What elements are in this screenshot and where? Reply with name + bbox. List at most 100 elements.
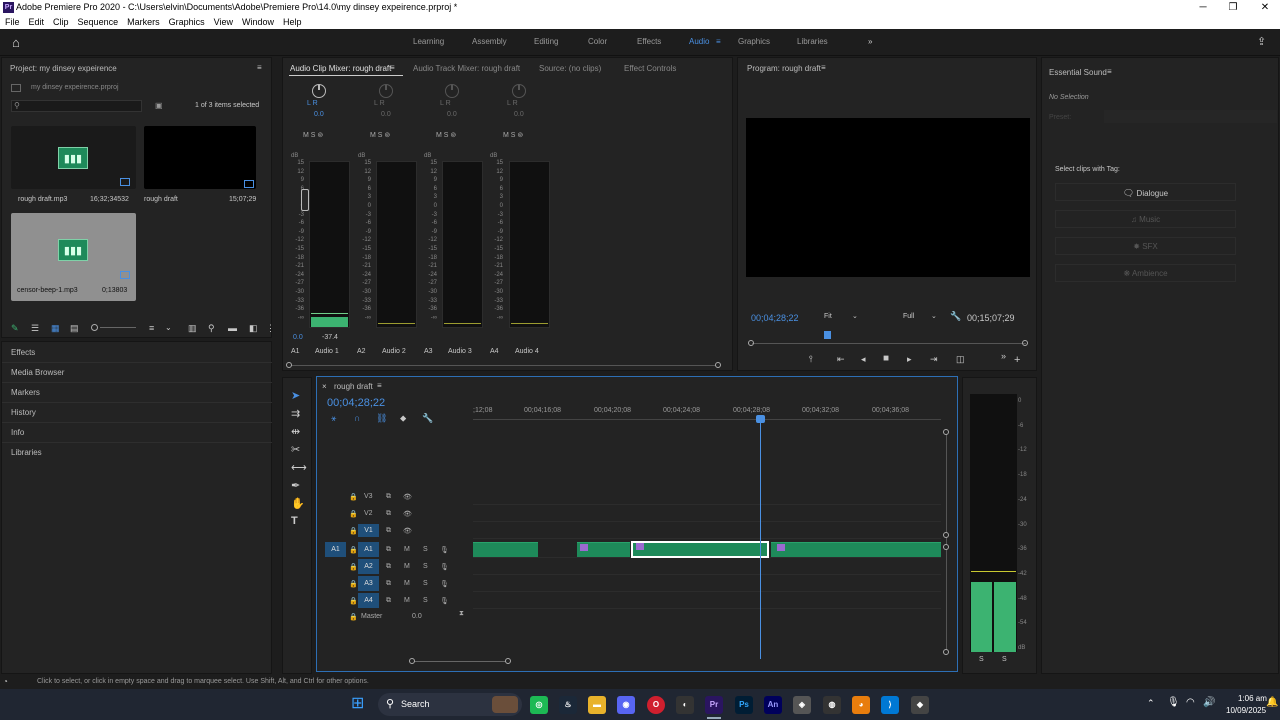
sort-icon[interactable]: ≡ [149, 323, 154, 333]
go-to-out-icon[interactable]: ⇥ [930, 354, 938, 365]
pan-knob[interactable] [312, 84, 326, 98]
razor-tool-icon[interactable]: ✂ [291, 443, 300, 456]
menu-window[interactable]: Window [242, 17, 274, 27]
opera-icon[interactable]: O [647, 696, 665, 714]
zoom-slider-handle[interactable] [91, 324, 98, 331]
lock-icon[interactable]: 🔒 [349, 546, 358, 554]
zoom-select[interactable]: Fit [824, 313, 832, 320]
selected-audio-clip[interactable] [631, 541, 769, 558]
project-search-input[interactable]: ⚲ [11, 100, 142, 112]
dialogue-button[interactable]: 🗨 Dialogue [1055, 183, 1236, 201]
volume-value-a1[interactable]: 0.0 [293, 334, 303, 341]
playhead-line[interactable] [760, 415, 761, 659]
chevron-up-icon[interactable]: ⌃ [1147, 698, 1155, 709]
close-icon[interactable]: × [322, 382, 327, 391]
go-to-in-icon[interactable]: ⇤ [837, 354, 845, 365]
workspace-graphics[interactable]: Graphics [738, 37, 770, 46]
scroll-handle[interactable] [943, 649, 949, 655]
source-patch-a1[interactable]: A1 [325, 542, 346, 557]
sync-lock-icon[interactable]: ⧉ [386, 563, 391, 571]
audio-clip[interactable] [473, 542, 538, 557]
workspace-learning[interactable]: Learning [413, 37, 444, 46]
tab-audio-clip-mixer[interactable]: Audio Clip Mixer: rough draft [290, 64, 391, 73]
menu-view[interactable]: View [214, 17, 233, 27]
sfx-button[interactable]: ✸ SFX [1055, 237, 1236, 255]
microphone-icon[interactable]: 🎙 [1167, 697, 1180, 708]
horizontal-scrollbar[interactable] [413, 661, 509, 662]
icon-view-icon[interactable]: ▦ [51, 323, 60, 334]
hand-tool-icon[interactable]: ✋ [291, 497, 305, 510]
steam-icon[interactable]: ♨ [559, 696, 577, 714]
solo-button[interactable]: S [423, 580, 428, 587]
menu-edit[interactable]: Edit [29, 17, 45, 27]
lock-icon[interactable]: 🔒 [349, 597, 358, 605]
timeline-timecode[interactable]: 00;04;28;22 [327, 397, 385, 409]
file-explorer-icon[interactable]: ▬ [588, 696, 606, 714]
pan-knob[interactable] [445, 84, 459, 98]
discord-icon[interactable]: ◉ [617, 696, 635, 714]
stop-icon[interactable]: ■ [883, 353, 889, 364]
track-lanes[interactable] [473, 488, 941, 623]
automate-to-sequence-icon[interactable]: ▥ [188, 323, 197, 334]
master-expand-icon[interactable]: ⧗ [459, 610, 464, 618]
lock-icon[interactable]: 🔒 [349, 510, 358, 518]
eye-icon[interactable]: 👁 [403, 493, 412, 501]
solo-left-button[interactable]: S [979, 656, 984, 663]
more-icon[interactable]: ⋮ [266, 323, 275, 334]
animate-icon[interactable]: An [764, 696, 782, 714]
nest-toggle-icon[interactable]: ⚹ [331, 413, 336, 424]
wifi-icon[interactable]: ◠ [1186, 697, 1195, 708]
app-icon-3[interactable]: ◆ [911, 696, 929, 714]
playhead-marker[interactable] [824, 331, 831, 339]
photoshop-icon[interactable]: Ps [735, 696, 753, 714]
sync-lock-icon[interactable]: ⧉ [386, 546, 391, 554]
track-label-v1[interactable]: V1 [358, 524, 379, 537]
scroll-handle[interactable] [943, 544, 949, 550]
solo-button[interactable]: S [423, 546, 428, 553]
program-video-frame[interactable] [746, 118, 1030, 277]
track-select-tool-icon[interactable]: ⇉ [291, 407, 300, 420]
github-icon[interactable]: ◐ [676, 696, 694, 714]
premiere-taskbar-icon[interactable]: Pr [705, 696, 723, 714]
workspace-effects[interactable]: Effects [637, 37, 661, 46]
chevron-down-icon[interactable]: ⌄ [165, 323, 172, 332]
microphone-icon[interactable]: 🎙 [440, 563, 449, 571]
new-bin-icon[interactable]: ▣ [155, 101, 163, 110]
sync-lock-icon[interactable]: ⧉ [386, 510, 391, 518]
pan-value[interactable]: 0.0 [447, 111, 457, 118]
step-back-icon[interactable]: ◂ [861, 354, 866, 365]
ripple-edit-tool-icon[interactable]: ⇹ [291, 425, 300, 438]
scroll-handle[interactable] [943, 429, 949, 435]
zoom-slider-track[interactable] [100, 327, 136, 328]
panel-menu-icon[interactable]: ≡ [821, 63, 826, 72]
new-bin-icon[interactable]: ▬ [228, 323, 237, 333]
vertical-scrollbar[interactable] [946, 432, 947, 652]
share-icon[interactable]: ⇪ [1257, 35, 1266, 48]
mute-button[interactable]: M [404, 597, 410, 604]
pencil-icon[interactable]: ✎ [11, 323, 19, 334]
button-editor-icon[interactable]: + [1014, 354, 1020, 366]
mixer-scrollbar[interactable] [288, 365, 720, 366]
maximize-icon[interactable]: ❐ [1218, 0, 1248, 15]
find-icon[interactable]: ⚲ [208, 323, 215, 334]
menu-sequence[interactable]: Sequence [78, 17, 119, 27]
track-label-a3[interactable]: A3 [358, 576, 379, 591]
minimize-icon[interactable]: ─ [1188, 0, 1218, 15]
new-item-icon[interactable]: ◧ [249, 323, 258, 334]
add-marker-icon[interactable]: ⫯ [809, 354, 813, 365]
mute-button[interactable]: M [404, 580, 410, 587]
pan-knob[interactable] [379, 84, 393, 98]
menu-help[interactable]: Help [283, 17, 302, 27]
panel-history[interactable]: History [11, 408, 36, 417]
workspace-assembly[interactable]: Assembly [472, 37, 507, 46]
music-button[interactable]: ♫ Music [1055, 210, 1236, 228]
scroll-handle-left[interactable] [409, 658, 415, 664]
tab-audio-track-mixer[interactable]: Audio Track Mixer: rough draft [413, 64, 520, 73]
app-icon-2[interactable]: ◈ [793, 696, 811, 714]
chevron-down-icon[interactable]: ⌄ [852, 312, 858, 320]
program-timecode[interactable]: 00;04;28;22 [751, 313, 799, 323]
snap-icon[interactable]: ∩ [354, 413, 360, 423]
freeform-view-icon[interactable]: ▤ [70, 323, 79, 334]
microphone-icon[interactable]: 🎙 [440, 580, 449, 588]
workspace-libraries[interactable]: Libraries [797, 37, 828, 46]
